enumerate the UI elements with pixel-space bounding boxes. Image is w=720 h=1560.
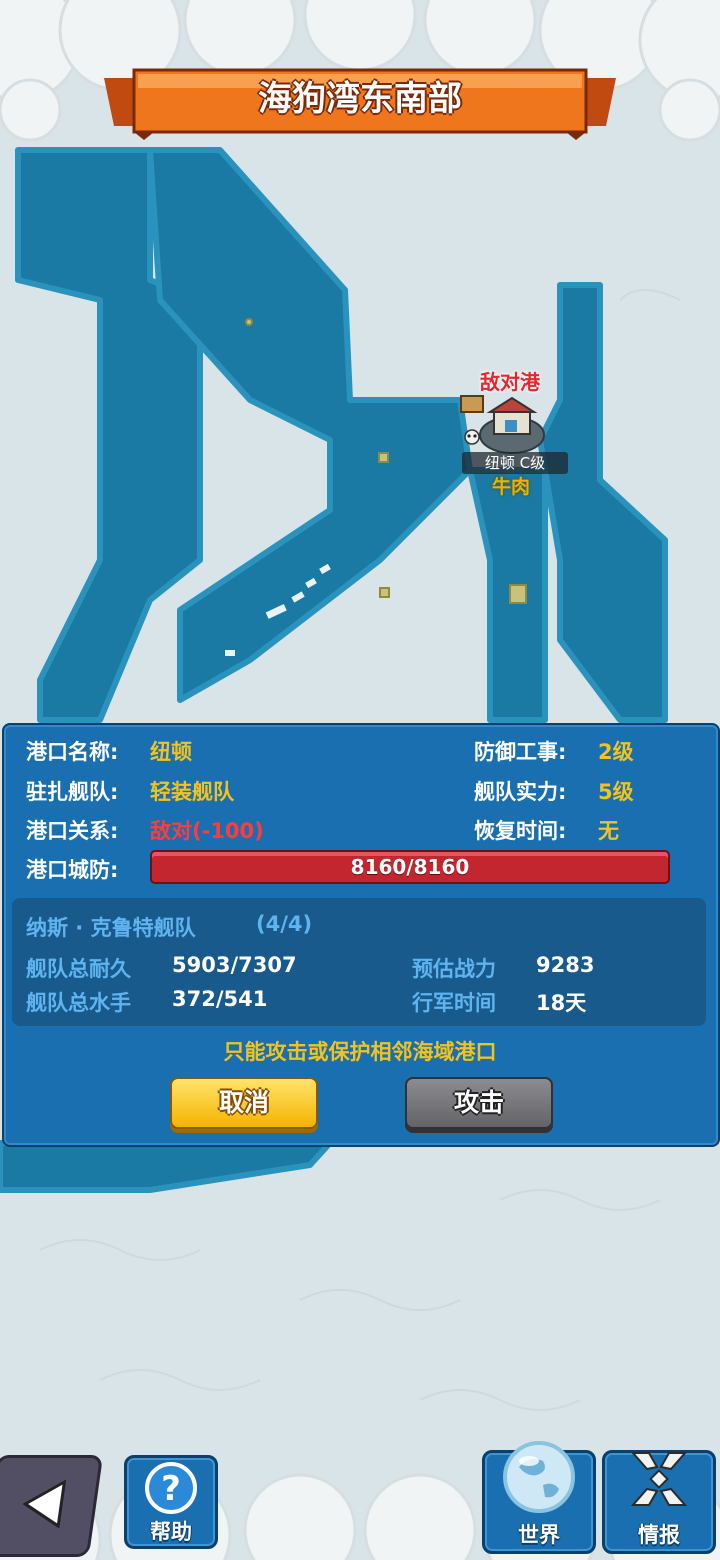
city-defense-label: 港口城防: — [26, 858, 119, 882]
title-banner: 海狗湾东南部 — [104, 66, 616, 144]
globe-icon — [503, 1441, 575, 1513]
recovery-value: 无 — [598, 819, 619, 843]
fleet-sailors-value: 372/541 — [172, 987, 268, 1011]
help-icon: ? — [145, 1462, 197, 1514]
fleet-power-estimate-label: 预估战力 — [412, 957, 496, 981]
fleet-power-value: 5级 — [598, 780, 634, 804]
port-name-label: 港口名称: — [26, 740, 119, 764]
attack-button[interactable]: 攻击 — [405, 1077, 553, 1129]
world-label: 世界 — [518, 1523, 560, 1547]
help-button[interactable]: ? 帮助 — [124, 1455, 218, 1549]
fleet-power-estimate-value: 9283 — [536, 953, 595, 977]
fleet-durability-label: 舰队总耐久 — [26, 957, 131, 981]
attack-notice: 只能攻击或保护相邻海域港口 — [223, 1040, 497, 1064]
fleet-name: 纳斯 · 克鲁特舰队 — [26, 916, 196, 940]
garrison-label: 驻扎舰队: — [26, 780, 119, 804]
page-title: 海狗湾东南部 — [258, 79, 462, 119]
fleet-durability-value: 5903/7307 — [172, 953, 297, 977]
city-defense-bar: 8160/8160 — [150, 850, 670, 884]
port-name-tag[interactable]: 纽顿 C级 — [462, 452, 568, 474]
defense-label: 防御工事: — [474, 740, 567, 764]
city-defense-value: 8160/8160 — [350, 855, 470, 879]
recovery-label: 恢复时间: — [474, 819, 567, 843]
intel-button[interactable]: 情报 — [602, 1450, 716, 1554]
cancel-button[interactable]: 取消 — [170, 1077, 318, 1129]
help-label: 帮助 — [150, 1520, 192, 1544]
port-name-value: 纽顿 — [150, 740, 192, 764]
defense-value: 2级 — [598, 740, 634, 764]
fleet-power-label: 舰队实力: — [474, 780, 567, 804]
intel-label: 情报 — [638, 1523, 680, 1547]
relation-value: 敌对(-100) — [150, 819, 264, 843]
relation-label: 港口关系: — [26, 819, 119, 843]
back-arrow-icon — [22, 1479, 67, 1529]
port-resource-label: 牛肉 — [492, 476, 531, 498]
march-time-value: 18天 — [536, 991, 587, 1015]
fleet-sailors-label: 舰队总水手 — [26, 991, 131, 1015]
port-relation-label: 敌对港 — [480, 370, 540, 394]
crossed-swords-icon — [630, 1452, 688, 1506]
garrison-value: 轻装舰队 — [150, 780, 234, 804]
fleet-count: (4/4) — [256, 912, 313, 936]
svg-text:?: ? — [161, 1469, 181, 1509]
world-button[interactable]: 世界 — [482, 1441, 596, 1554]
march-time-label: 行军时间 — [412, 991, 496, 1015]
back-button[interactable] — [0, 1455, 104, 1557]
